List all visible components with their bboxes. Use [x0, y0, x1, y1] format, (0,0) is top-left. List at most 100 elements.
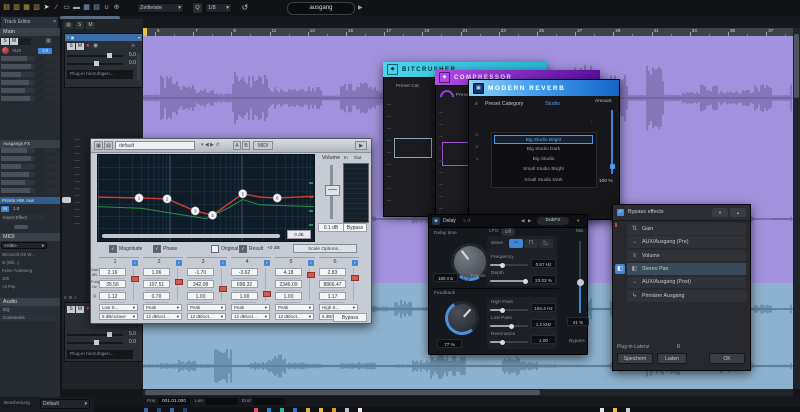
- eq-band-q-field[interactable]: 1.00: [275, 292, 302, 300]
- eq-band-freq-field[interactable]: 8866.47: [319, 280, 346, 288]
- low-pass-field[interactable]: 1.2 kHz: [531, 319, 556, 328]
- taskbar-app-icon[interactable]: [280, 408, 284, 412]
- arrow-tool-icon[interactable]: ➤: [42, 3, 51, 13]
- tab-track-editor[interactable]: Track Editor ×: [1, 17, 58, 28]
- eq-band-type-dropdown[interactable]: High S...▾: [319, 304, 358, 311]
- frequency-slider-thumb[interactable]: [500, 263, 505, 268]
- track-solo-button[interactable]: S: [67, 306, 75, 313]
- resonance-field[interactable]: 1.00: [531, 335, 556, 344]
- freeze-toggle-icon[interactable]: [463, 274, 470, 281]
- console-slider[interactable]: [1, 64, 35, 69]
- delay-bypass-button[interactable]: Bypass: [569, 339, 585, 344]
- eq-band-gain-slider-thumb[interactable]: [175, 279, 183, 285]
- frequency-field[interactable]: 0.67 Hz: [531, 259, 556, 268]
- delay-header[interactable]: ◆ Delay ≡ ↺ ◀ ▶ DubFX ▾: [429, 215, 587, 228]
- pan-slider-thumb[interactable]: [94, 61, 99, 66]
- console-slider[interactable]: [1, 80, 35, 85]
- console-slider[interactable]: [1, 96, 35, 101]
- taskbar-app-icon[interactable]: [144, 408, 148, 412]
- reverb-preset-item[interactable]: Big Studio Bright: [494, 135, 593, 145]
- monitor-icon[interactable]: ▦: [44, 38, 53, 45]
- bitcrusher-preset-box[interactable]: [394, 138, 432, 158]
- menu-icon[interactable]: ≡: [475, 101, 478, 107]
- eq-band-freq-field[interactable]: 342.08: [187, 280, 214, 288]
- taskbar-app-icon[interactable]: [157, 408, 161, 412]
- console-insert-row[interactable]: Insert Effect: [1, 214, 45, 221]
- eq-band-enable-checkbox[interactable]: ✓: [220, 260, 226, 266]
- eq-band-gain-slider[interactable]: [350, 268, 357, 301]
- eq-band-gain-field[interactable]: 2.16: [99, 268, 126, 276]
- eq-band-gain-slider[interactable]: [174, 268, 181, 301]
- midi-input-dropdown[interactable]: <Alle> ▾: [1, 242, 47, 249]
- lfo-toggle[interactable]: Off: [501, 228, 515, 236]
- eq-band-freq-field[interactable]: 698.32: [231, 280, 258, 288]
- eq-band-gain-slider[interactable]: [306, 268, 313, 301]
- high-pass-field[interactable]: 163.4 Hz: [531, 303, 556, 312]
- scroll-up-icon[interactable]: ∧: [475, 132, 478, 138]
- snap-icon[interactable]: ▦: [82, 3, 91, 13]
- monitor-icon[interactable]: ◉: [93, 43, 98, 50]
- eq-band-gain-field[interactable]: -3.62: [231, 268, 258, 276]
- taskbar-app-icon[interactable]: [306, 408, 310, 412]
- mute-tool-icon[interactable]: ▬: [72, 3, 81, 13]
- reverb-preset-item[interactable]: Small Studio Dark: [494, 176, 593, 186]
- sort-down-button[interactable]: ▼: [712, 208, 728, 217]
- eq-q-mini-slider[interactable]: [145, 302, 168, 303]
- eq-bypass-button[interactable]: Bypass: [333, 313, 367, 322]
- effects-item-prim-rer-ausgang[interactable]: ↳Primärer Ausgang: [627, 290, 746, 302]
- eq-gain-mini-slider[interactable]: [321, 278, 344, 279]
- eq-q-mini-slider[interactable]: [189, 302, 212, 303]
- eq-freq-mini-slider[interactable]: [189, 290, 212, 291]
- depth-field[interactable]: 23.03 %: [531, 275, 556, 284]
- eq-band-freq-field[interactable]: 107.51: [143, 280, 170, 288]
- panel-scrollbar[interactable]: [137, 54, 140, 80]
- eq-band-type-dropdown[interactable]: Peak▾: [231, 304, 270, 311]
- new-song-icon[interactable]: ▤: [2, 3, 11, 13]
- pos-field[interactable]: 001.01.000: [158, 398, 190, 405]
- timebase-dropdown[interactable]: Zeitleiste ▾: [137, 3, 184, 13]
- meter-scale-pill[interactable]: [62, 197, 71, 203]
- reverb-preset-item[interactable]: Small Studio Bright: [494, 165, 593, 175]
- amount-slider-thumb[interactable]: [610, 164, 615, 169]
- pan-slider[interactable]: [67, 342, 123, 344]
- high-pass-slider-thumb[interactable]: [500, 308, 505, 313]
- console-slider[interactable]: [1, 180, 35, 185]
- eq-gain-mini-slider[interactable]: [145, 278, 168, 279]
- search-pill[interactable]: ausgang: [287, 2, 355, 15]
- preset-category-value[interactable]: Studio: [545, 101, 560, 107]
- eq-band-type-dropdown[interactable]: Low S...▾: [99, 304, 138, 311]
- console-slider[interactable]: [1, 148, 35, 153]
- add-insert-button[interactable]: Plug-in hinzufügen...: [67, 350, 133, 359]
- eq-band-q-field[interactable]: 1.12: [99, 292, 126, 300]
- mute-button[interactable]: M: [10, 38, 18, 45]
- taskbar-app-icon[interactable]: [183, 408, 187, 412]
- vertical-scrollbar-thumb[interactable]: [794, 34, 799, 98]
- eq-band-slope-dropdown[interactable]: 12 dB/oct...▾: [187, 313, 226, 320]
- console-slider[interactable]: [1, 156, 35, 161]
- taskbar-app-icon[interactable]: [267, 408, 271, 412]
- magnet-icon[interactable]: ∪: [102, 3, 111, 13]
- waveform-icon[interactable]: ≋: [131, 43, 135, 50]
- eq-band-q-field[interactable]: 0.70: [143, 292, 170, 300]
- eq-q-mini-slider[interactable]: [277, 302, 300, 303]
- eq-gain-mini-slider[interactable]: [233, 278, 256, 279]
- save-button[interactable]: Speichern: [617, 353, 653, 364]
- high-pass-slider[interactable]: [490, 309, 528, 311]
- eq-q-mini-slider[interactable]: [321, 302, 344, 303]
- effects-item-gain[interactable]: ⇅Gain: [627, 223, 746, 235]
- pan-slider-thumb[interactable]: [94, 340, 99, 345]
- eq-band-slope-dropdown[interactable]: 12 dB/oct...▾: [275, 313, 314, 320]
- eq-band-gain-field[interactable]: 4.18: [275, 268, 302, 276]
- eq-q-mini-slider[interactable]: [101, 302, 124, 303]
- resonance-slider-thumb[interactable]: [500, 340, 505, 345]
- collapse-icon[interactable]: ▾: [577, 218, 579, 224]
- reverb-header[interactable]: ▣ MODERN REVERB: [469, 80, 619, 96]
- console-comments-row[interactable]: Comments: [0, 314, 60, 321]
- eq-gain-mini-slider[interactable]: [277, 278, 300, 279]
- delay-time-field[interactable]: 186 ms: [433, 273, 458, 282]
- console-scroll-pill[interactable]: [14, 225, 28, 229]
- sort-up-button[interactable]: ▲: [730, 208, 746, 217]
- bypass-effects-checkbox[interactable]: ✓: [617, 209, 624, 216]
- eq-freq-mini-slider[interactable]: [101, 290, 124, 291]
- len-field[interactable]: [206, 398, 238, 405]
